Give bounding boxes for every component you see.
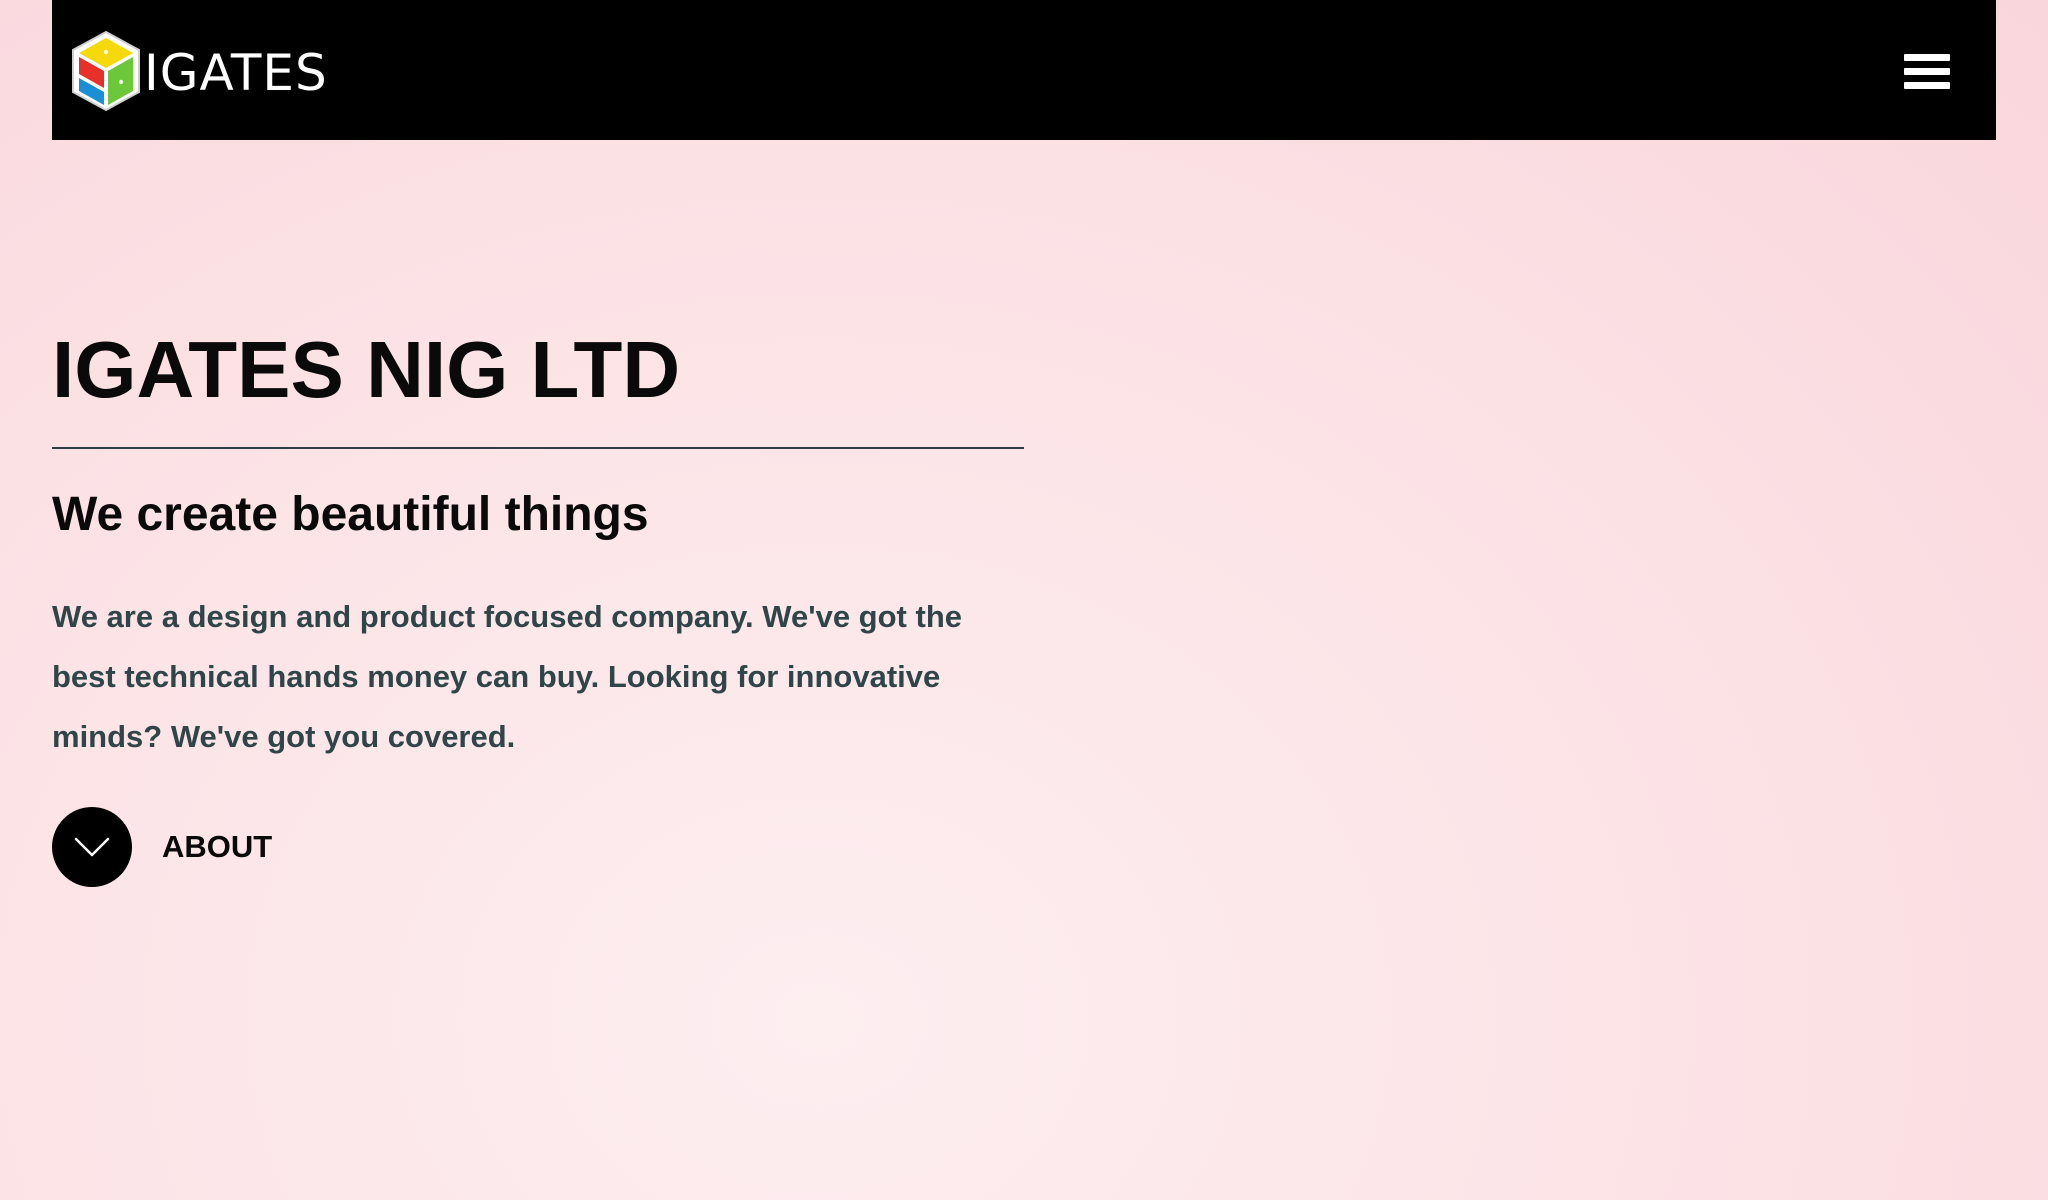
about-scroll-button[interactable] xyxy=(52,806,132,887)
about-label[interactable]: ABOUT xyxy=(162,829,272,865)
hero-subtitle: We create beautiful things xyxy=(52,488,649,541)
hero-section: IGATES NIG LTD We create beautiful thing… xyxy=(52,330,1024,887)
top-navbar: IGATES xyxy=(52,0,1996,140)
site-logo[interactable]: IGATES xyxy=(70,28,328,114)
about-link[interactable]: ABOUT xyxy=(52,806,1024,887)
hamburger-menu-button[interactable] xyxy=(1904,50,1950,92)
hero-divider xyxy=(52,447,1024,449)
hero-description: We are a design and product focused comp… xyxy=(52,598,962,754)
chevron-down-icon xyxy=(74,837,110,857)
logo-wordmark: IGATES xyxy=(144,44,328,102)
hero-title: IGATES NIG LTD xyxy=(52,325,681,414)
cube-logo-icon xyxy=(72,30,140,112)
